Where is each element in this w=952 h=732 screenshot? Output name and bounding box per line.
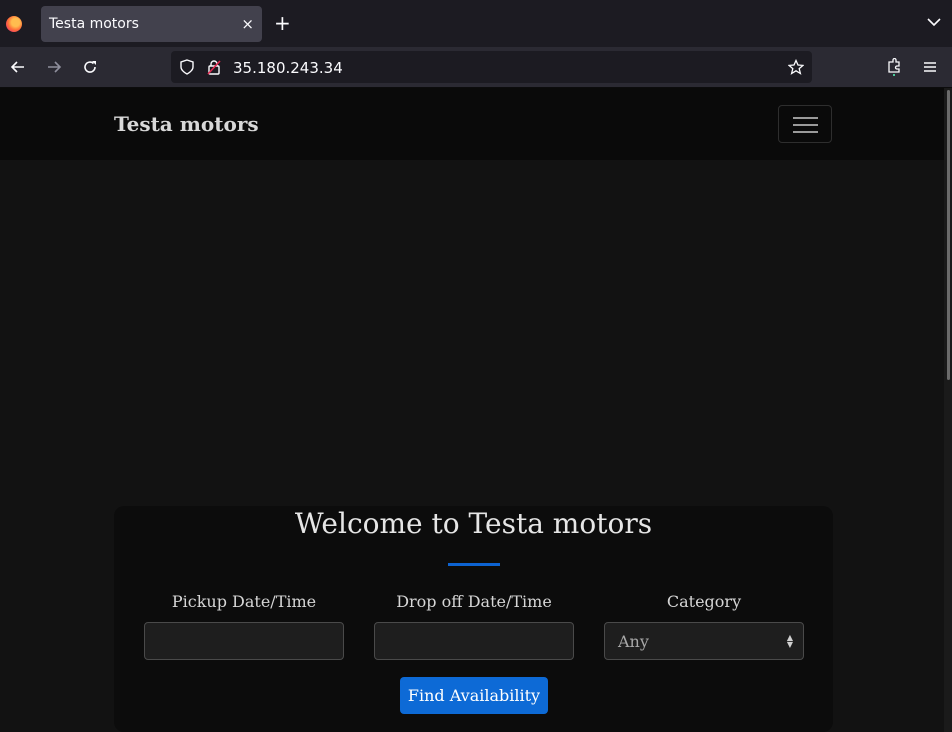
navbar-toggle-button[interactable] — [778, 105, 832, 143]
star-icon[interactable] — [788, 59, 804, 75]
hamburger-icon-line — [793, 131, 818, 133]
pickup-label: Pickup Date/Time — [171, 592, 317, 611]
back-arrow-icon[interactable] — [8, 57, 28, 77]
page-viewport: Testa motors Welcome to Testa motors Pic… — [0, 88, 944, 732]
category-selected-value: Any — [618, 632, 649, 651]
search-card: Welcome to Testa motors Pickup Date/Time… — [114, 506, 833, 732]
find-availability-button[interactable]: Find Availability — [400, 677, 548, 714]
url-text: 35.180.243.34 — [233, 59, 343, 77]
dropoff-datetime-input[interactable] — [374, 622, 574, 660]
menu-icon[interactable] — [920, 57, 940, 77]
category-label: Category — [666, 592, 742, 611]
lock-icon[interactable] — [206, 59, 222, 75]
tab-title: Testa motors — [49, 16, 139, 32]
navigation-toolbar: 35.180.243.34 — [0, 47, 952, 88]
extensions-icon[interactable] — [884, 57, 904, 77]
heading-divider — [448, 563, 500, 566]
brand-link[interactable]: Testa motors — [114, 112, 259, 136]
category-select[interactable]: Any ▲ ▼ — [604, 622, 804, 660]
plus-icon[interactable]: + — [274, 13, 291, 33]
site-navbar: Testa motors — [0, 88, 944, 160]
pickup-datetime-input[interactable] — [144, 622, 344, 660]
scrollbar-thumb[interactable] — [947, 90, 950, 380]
address-bar[interactable]: 35.180.243.34 — [171, 51, 812, 83]
select-arrows-icon: ▲ ▼ — [786, 633, 793, 649]
browser-tab[interactable]: Testa motors × — [41, 6, 262, 42]
dropoff-label: Drop off Date/Time — [396, 592, 552, 611]
firefox-logo-icon — [6, 16, 22, 32]
hamburger-icon-line — [793, 124, 818, 126]
welcome-heading: Welcome to Testa motors — [294, 507, 653, 540]
hamburger-icon — [793, 117, 818, 119]
chevron-down-icon[interactable] — [926, 14, 942, 30]
shield-icon[interactable] — [179, 59, 195, 75]
page-scrollbar[interactable] — [944, 88, 952, 732]
close-icon[interactable]: × — [241, 15, 254, 33]
tab-strip: Testa motors × + — [0, 0, 952, 47]
reload-icon[interactable] — [80, 57, 100, 77]
forward-arrow-icon[interactable] — [44, 57, 64, 77]
